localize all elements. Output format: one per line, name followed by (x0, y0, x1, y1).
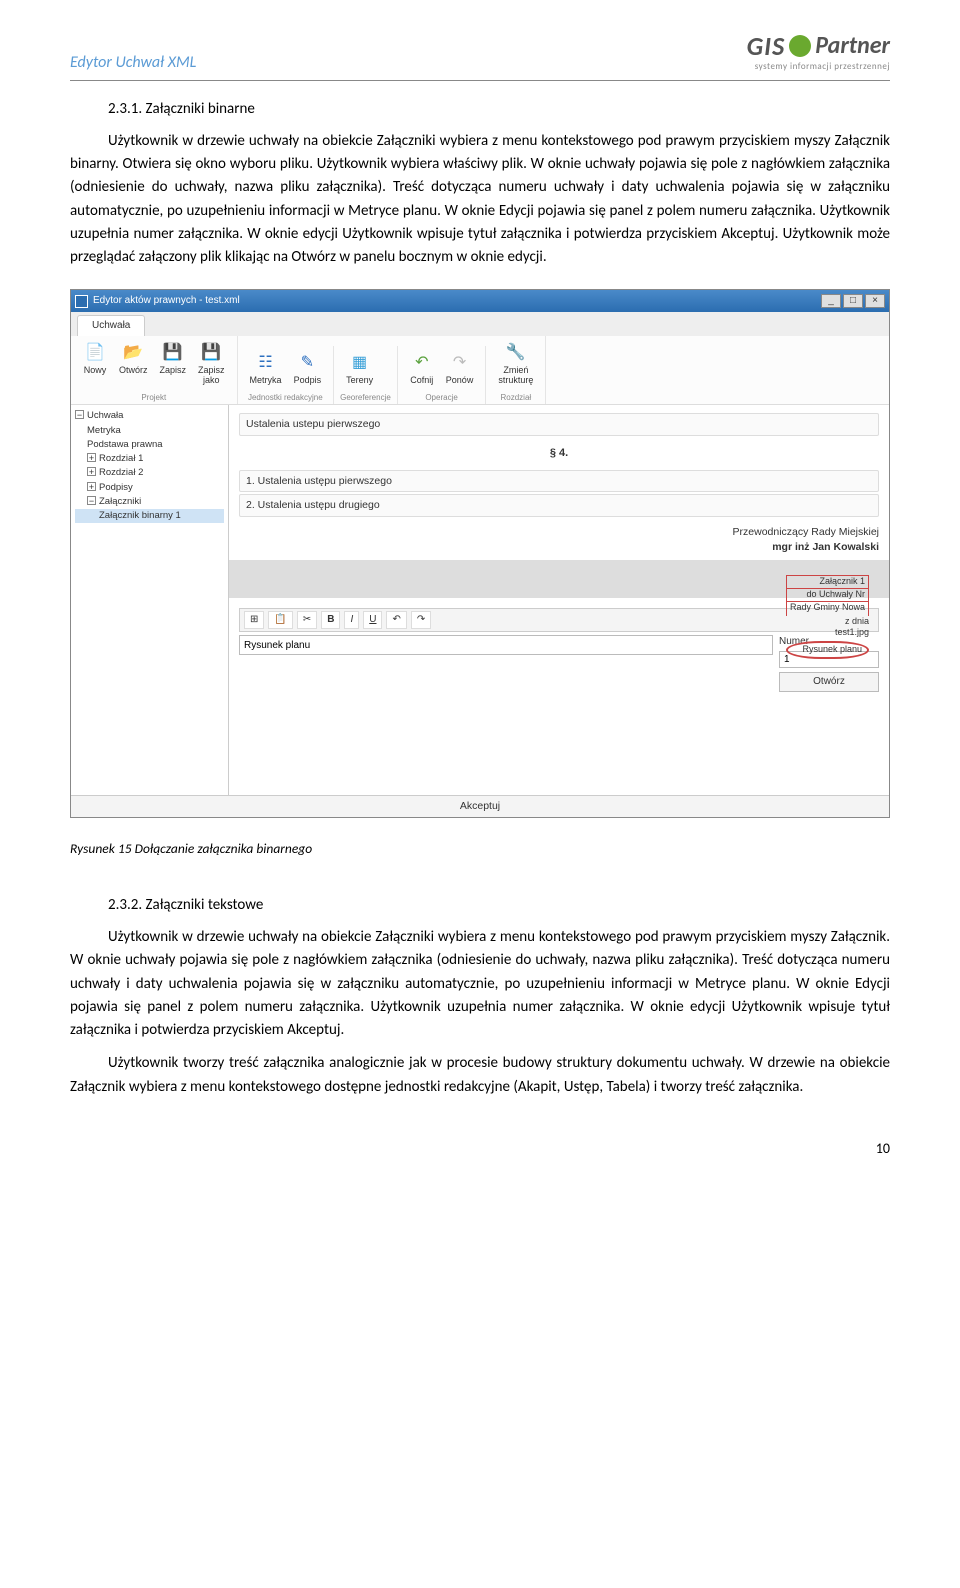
tree-node-zalaczniki[interactable]: −Załączniki (75, 495, 224, 509)
maximize-button[interactable]: □ (843, 294, 863, 308)
tree-node-rozdzial-1[interactable]: +Rozdział 1 (75, 452, 224, 466)
tree-pane: −Uchwała Metryka Podstawa prawna +Rozdzi… (71, 405, 229, 795)
page-number: 10 (70, 1139, 890, 1159)
section-1-body: Użytkownik w drzewie uchwały na obiekcie… (70, 130, 890, 270)
doc-row[interactable]: Ustalenia ustepu pierwszego (239, 413, 879, 436)
tree-node-rozdzial-2[interactable]: +Rozdział 2 (75, 466, 224, 480)
tb-btn[interactable]: 📋 (268, 611, 292, 629)
logo-dot-icon (789, 35, 811, 57)
ribbon-group-georef: ▦Tereny Georeferencje (334, 346, 398, 404)
signature-name: mgr inż Jan Kowalski (239, 540, 879, 555)
tb-redo[interactable]: ↷ (411, 611, 431, 629)
app-titlebar: Edytor aktów prawnych - test.xml _ □ × (71, 290, 889, 312)
section-2-heading: 2.3.2. Załączniki tekstowe (108, 895, 890, 916)
folder-icon: 📂 (121, 342, 145, 364)
redo-button[interactable]: ↷Ponów (440, 350, 480, 388)
minimize-button[interactable]: _ (821, 294, 841, 308)
section-2-p2: Użytkownik tworzy treść załącznika analo… (70, 1052, 890, 1099)
attachment-title-input[interactable] (239, 635, 773, 655)
wrench-icon: 🔧 (504, 342, 528, 364)
doc-pane: Ustalenia ustepu pierwszego § 4. 1. Usta… (229, 405, 889, 795)
areas-button[interactable]: ▦Tereny (340, 350, 379, 388)
file-icon: 📄 (83, 342, 107, 364)
ribbon: 📄Nowy 📂Otwórz 💾Zapisz 💾Zapisz jako Proje… (71, 336, 889, 405)
undo-button[interactable]: ↶Cofnij (404, 350, 440, 388)
doc-row[interactable]: 2. Ustalenia ustępu drugiego (239, 494, 879, 517)
save-as-button[interactable]: 💾Zapisz jako (192, 340, 231, 388)
app-tabs: Uchwała (71, 312, 889, 336)
editor-toolbar: ⊞ 📋 ✂ B I U ↶ ↷ (239, 608, 879, 632)
attachment-meta-line: z dnia (786, 616, 869, 628)
metric-icon: ☷ (254, 352, 278, 374)
app-title: Edytor aktów prawnych - test.xml (93, 294, 240, 308)
ribbon-group-jednostki: ☷Metryka ✎Podpis Jednostki redakcyjne (238, 346, 335, 404)
signature-role: Przewodniczący Rady Miejskiej (239, 525, 879, 540)
sign-button[interactable]: ✎Podpis (288, 350, 328, 388)
tb-btn[interactable]: ⊞ (244, 611, 264, 629)
page-header: Edytor Uchwał XML GIS Partner systemy in… (70, 28, 890, 81)
tree-node-metryka[interactable]: Metryka (75, 424, 224, 438)
paragraph-label: § 4. (239, 446, 879, 461)
section-2-p1: Użytkownik w drzewie uchwały na obiekcie… (70, 926, 890, 1042)
tb-btn[interactable]: ✂ (297, 611, 317, 629)
save-button[interactable]: 💾Zapisz (154, 340, 193, 388)
ribbon-group-label: Rozdział (492, 390, 539, 403)
partner-logo: GIS Partner systemy informacji przestrze… (747, 28, 890, 74)
doc-row[interactable]: 1. Ustalenia ustępu pierwszego (239, 470, 879, 493)
open-button[interactable]: 📂Otwórz (113, 340, 154, 388)
signature-block: Przewodniczący Rady Miejskiej mgr inż Ja… (239, 525, 879, 554)
redo-icon: ↷ (448, 352, 472, 374)
app-icon (75, 295, 88, 308)
areas-icon: ▦ (348, 352, 372, 374)
ribbon-group-label: Operacje (404, 390, 480, 403)
ribbon-group-label: Georeferencje (340, 390, 391, 403)
close-button[interactable]: × (865, 294, 885, 308)
metric-button[interactable]: ☷Metryka (244, 350, 288, 388)
attachment-meta-line: do Uchwały Nr (786, 588, 869, 601)
tree-node-podstawa[interactable]: Podstawa prawna (75, 438, 224, 452)
tree-node-binarny-1[interactable]: Załącznik binarny 1 (75, 509, 224, 523)
doc-title: Edytor Uchwał XML (70, 52, 196, 74)
attachment-meta-line: Rady Gminy Nowa (786, 601, 869, 616)
tb-undo[interactable]: ↶ (386, 611, 406, 629)
attachment-meta: Załącznik 1 do Uchwały Nr Rady Gminy Now… (786, 575, 869, 658)
logo-subtitle: systemy informacji przestrzennej (747, 61, 890, 74)
ribbon-group-label: Jednostki redakcyjne (244, 390, 328, 403)
tree-node-podpisy[interactable]: +Podpisy (75, 481, 224, 495)
save-as-icon: 💾 (199, 342, 223, 364)
tree-node-uchwala[interactable]: −Uchwała (75, 409, 224, 423)
change-structure-button[interactable]: 🔧Zmień strukturę (492, 340, 539, 388)
tb-underline[interactable]: U (363, 611, 382, 629)
attachment-meta-line: Załącznik 1 (786, 575, 869, 588)
logo-partner-text: Partner (815, 29, 890, 63)
figure-caption: Rysunek 15 Dołączanie załącznika binarne… (70, 840, 890, 859)
attachment-meta-highlight: Rysunek planu (786, 641, 869, 659)
section-1-heading: 2.3.1. Załączniki binarne (108, 99, 890, 120)
new-button[interactable]: 📄Nowy (77, 340, 113, 388)
signature-icon: ✎ (295, 352, 319, 374)
save-icon: 💾 (161, 342, 185, 364)
open-attachment-button[interactable]: Otwórz (779, 672, 879, 692)
logo-gis-text: GIS (747, 28, 786, 64)
tb-bold[interactable]: B (321, 611, 340, 629)
tab-uchwala[interactable]: Uchwała (77, 315, 145, 336)
tb-italic[interactable]: I (344, 611, 359, 629)
undo-icon: ↶ (410, 352, 434, 374)
ribbon-group-label: Projekt (77, 390, 231, 403)
attachment-meta-file: test1.jpg (786, 627, 869, 639)
app-window: Edytor aktów prawnych - test.xml _ □ × U… (70, 289, 890, 818)
ribbon-group-rozdzial: 🔧Zmień strukturę Rozdział (486, 336, 546, 404)
ribbon-group-operacje: ↶Cofnij ↷Ponów Operacje (398, 346, 487, 404)
ribbon-group-projekt: 📄Nowy 📂Otwórz 💾Zapisz 💾Zapisz jako Proje… (71, 336, 238, 404)
accept-button[interactable]: Akceptuj (71, 795, 889, 817)
